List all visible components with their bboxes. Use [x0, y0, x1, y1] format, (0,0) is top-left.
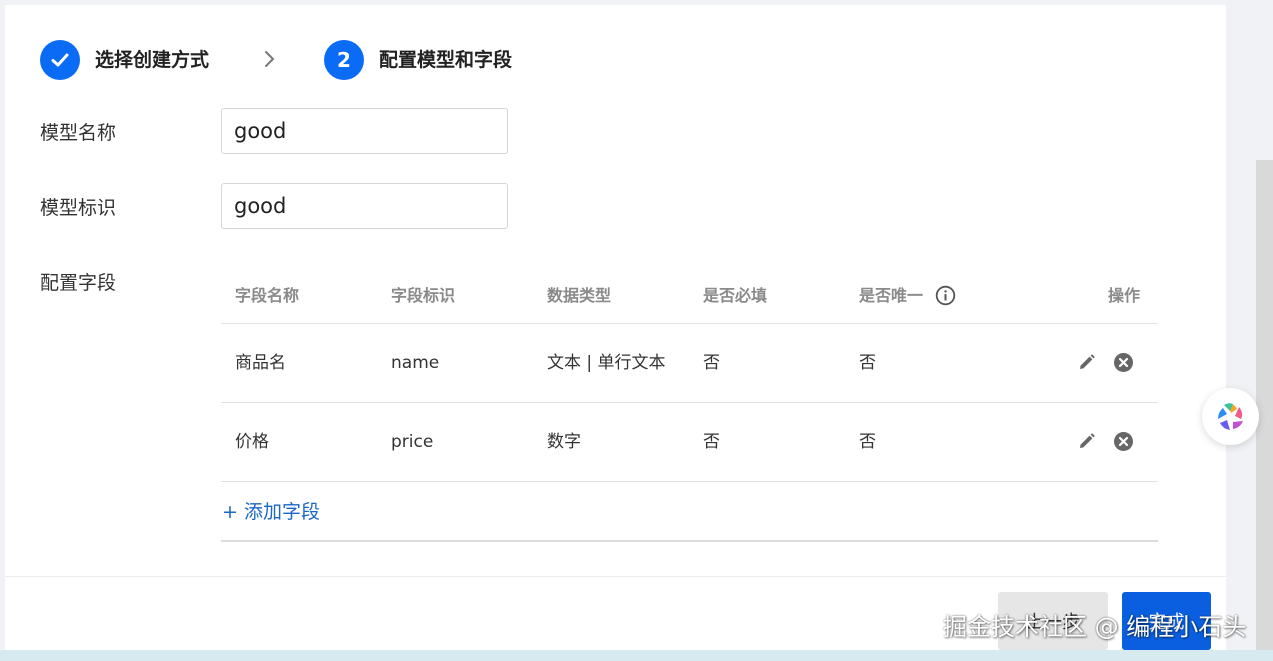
table-divider [221, 481, 1158, 482]
delete-icon[interactable] [1113, 431, 1134, 452]
assistant-float-button[interactable] [1202, 388, 1259, 445]
row-1-type: 文本 | 单行文本 [547, 353, 666, 373]
th-actions: 操作 [1108, 286, 1141, 305]
footer-divider [5, 576, 1226, 577]
th-unique: 是否唯一 [859, 286, 924, 305]
row-2-unique: 否 [859, 432, 876, 452]
th-field-name: 字段名称 [235, 286, 300, 305]
row-1-identifier: name [391, 353, 440, 373]
row-2-required: 否 [703, 432, 720, 452]
row-1-required: 否 [703, 353, 720, 373]
model-id-input[interactable]: good [221, 183, 508, 229]
step-2-number: 2 [324, 40, 364, 80]
scrollbar[interactable] [1256, 160, 1273, 650]
th-data-type: 数据类型 [547, 286, 612, 305]
row-2-type: 数字 [547, 432, 581, 452]
model-id-label: 模型标识 [40, 197, 117, 219]
row-1-name: 商品名 [235, 353, 286, 373]
step-2-label: 配置模型和字段 [379, 49, 513, 71]
table-bottom-border [221, 540, 1158, 542]
chevron-right-icon [265, 51, 275, 67]
add-field-link[interactable]: + 添加字段 [222, 500, 320, 524]
bottom-strip [0, 650, 1273, 661]
fields-label: 配置字段 [40, 272, 117, 294]
delete-icon[interactable] [1113, 352, 1134, 373]
sparkle-logo-icon [1217, 402, 1243, 430]
edit-icon[interactable] [1077, 431, 1097, 451]
edit-icon[interactable] [1077, 352, 1097, 372]
table-divider [221, 323, 1158, 324]
model-name-label: 模型名称 [40, 122, 117, 144]
row-1-unique: 否 [859, 353, 876, 373]
row-2-name: 价格 [235, 432, 269, 452]
th-field-identifier: 字段标识 [391, 286, 456, 305]
info-icon[interactable] [935, 285, 956, 306]
form-panel [5, 5, 1226, 650]
table-divider [221, 402, 1158, 403]
watermark: 掘金技术社区 @ 编程小石头 [943, 613, 1247, 641]
th-required: 是否必填 [703, 286, 768, 305]
model-name-input[interactable]: good [221, 108, 508, 154]
row-2-identifier: price [391, 432, 434, 452]
step-1-check-icon [40, 40, 80, 80]
step-1-label: 选择创建方式 [95, 49, 210, 71]
